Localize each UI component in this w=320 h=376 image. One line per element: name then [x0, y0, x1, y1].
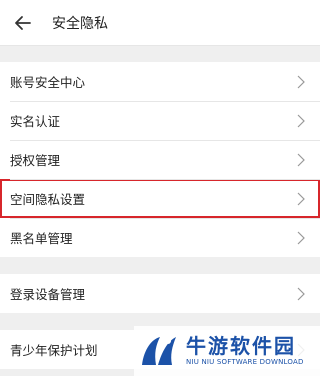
- row-login-device-management[interactable]: 登录设备管理: [0, 274, 320, 313]
- row-space-privacy-settings[interactable]: 空间隐私设置: [0, 179, 320, 218]
- settings-group-devices: 登录设备管理: [0, 274, 320, 313]
- chevron-right-icon: [296, 287, 306, 301]
- chevron-right-icon: [296, 192, 306, 206]
- row-label: 授权管理: [10, 153, 61, 168]
- row-account-security-center[interactable]: 账号安全中心: [0, 62, 320, 101]
- row-label: 黑名单管理: [10, 231, 73, 246]
- row-real-name-verification[interactable]: 实名认证: [0, 101, 320, 140]
- chevron-right-icon: [296, 75, 306, 89]
- row-label: 空间隐私设置: [10, 192, 86, 207]
- row-label: 登录设备管理: [10, 287, 86, 302]
- row-label: 青少年保护计划: [10, 343, 98, 358]
- watermark: 牛游软件园 NIU NIU SOFTWARE DOWNLOAD: [134, 326, 320, 376]
- chevron-right-icon: [296, 153, 306, 167]
- niuyou-logo-icon: [142, 337, 176, 365]
- back-button[interactable]: [0, 0, 46, 46]
- page-title: 安全隐私: [52, 15, 108, 32]
- row-blacklist-management[interactable]: 黑名单管理: [0, 218, 320, 257]
- top-bar: 安全隐私: [0, 0, 320, 46]
- chevron-right-icon: [296, 114, 306, 128]
- watermark-text: 牛游软件园 NIU NIU SOFTWARE DOWNLOAD: [186, 335, 304, 367]
- row-label: 账号安全中心: [10, 75, 86, 90]
- row-label: 实名认证: [10, 114, 61, 129]
- watermark-title: 牛游软件园: [186, 334, 296, 358]
- watermark-subtitle: NIU NIU SOFTWARE DOWNLOAD: [186, 358, 304, 366]
- arrow-left-icon: [15, 15, 31, 30]
- chevron-right-icon: [296, 231, 306, 245]
- row-authorization-management[interactable]: 授权管理: [0, 140, 320, 179]
- section-divider: [0, 257, 320, 274]
- settings-group-main: 账号安全中心 实名认证 授权管理 空间隐私设置 黑名单管理: [0, 62, 320, 257]
- security-privacy-screen: 安全隐私 账号安全中心 实名认证 授权管理 空间隐私设置 黑名单管理 登录设备管…: [0, 0, 320, 376]
